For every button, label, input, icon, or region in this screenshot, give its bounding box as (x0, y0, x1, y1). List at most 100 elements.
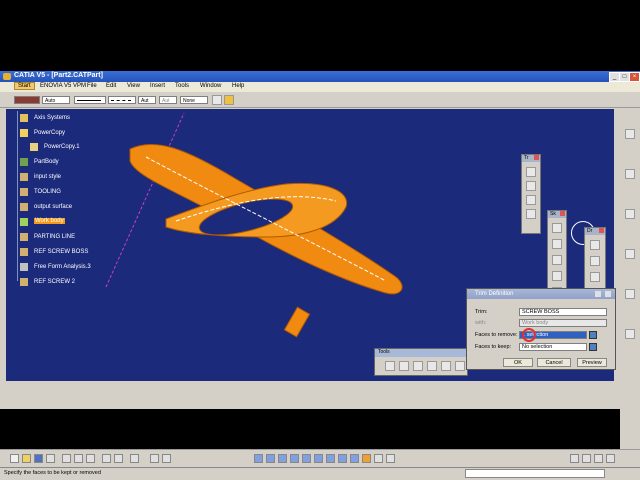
print-icon[interactable] (46, 454, 55, 463)
command-input[interactable] (465, 469, 605, 478)
close-icon[interactable] (599, 228, 604, 233)
faces-to-remove-label: Faces to remove: (475, 332, 518, 338)
menu-file[interactable]: File (87, 83, 97, 89)
whats-this-icon[interactable] (130, 454, 139, 463)
with-field[interactable]: Work body (519, 319, 607, 327)
copy-icon[interactable] (74, 454, 83, 463)
shading-icon[interactable] (362, 454, 371, 463)
dialog-title-bar: Trim Definition (467, 289, 615, 299)
cut-icon[interactable] (62, 454, 71, 463)
toolbar-tr[interactable]: Tr (521, 154, 541, 234)
selection-list-icon[interactable] (589, 343, 597, 351)
rotate-icon[interactable] (290, 454, 299, 463)
hide-show-icon[interactable] (374, 454, 383, 463)
zoom-in-icon[interactable] (302, 454, 311, 463)
iso-view-icon[interactable] (350, 454, 359, 463)
tool-icon[interactable] (625, 169, 635, 179)
click-highlight (522, 328, 536, 342)
redo-icon[interactable] (114, 454, 123, 463)
close-button[interactable]: × (629, 72, 640, 82)
trim-field[interactable]: SCREW BOSS (519, 308, 607, 316)
tool-icon[interactable] (552, 239, 562, 249)
tool-icon[interactable] (427, 361, 437, 371)
format-painter-icon[interactable] (212, 95, 222, 105)
pan-icon[interactable] (278, 454, 287, 463)
tool-icon[interactable] (526, 181, 536, 191)
screw-boss[interactable] (283, 306, 311, 338)
tool-icon[interactable] (594, 454, 603, 463)
layer-combo[interactable]: None (180, 96, 208, 104)
selection-list-icon[interactable] (589, 331, 597, 339)
faces-to-keep-field[interactable]: No selection (519, 343, 587, 351)
tool-icon[interactable] (526, 209, 536, 219)
ok-button[interactable]: OK (503, 358, 533, 367)
menu-edit[interactable]: Edit (106, 83, 116, 89)
trim-definition-dialog: Trim Definition Trim: SCREW BOSS with: W… (466, 288, 616, 370)
tool-icon[interactable] (582, 454, 591, 463)
toolbar-sk-title: Sk (550, 211, 556, 217)
tool-icon[interactable] (590, 256, 600, 266)
tool-icon[interactable] (606, 454, 615, 463)
tool-icon[interactable] (399, 361, 409, 371)
tools-panel-title: Tools (375, 349, 467, 357)
undo-icon[interactable] (102, 454, 111, 463)
swap-space-icon[interactable] (386, 454, 395, 463)
tool-icon[interactable] (526, 195, 536, 205)
multi-view-icon[interactable] (338, 454, 347, 463)
cancel-button[interactable]: Cancel (537, 358, 571, 367)
menu-start[interactable]: Start (14, 82, 35, 90)
thickness-combo[interactable]: Aut (138, 96, 156, 104)
menu-insert[interactable]: Insert (150, 83, 165, 89)
tool-icon[interactable] (552, 271, 562, 281)
close-icon[interactable] (605, 291, 611, 297)
new-icon[interactable] (10, 454, 19, 463)
open-icon[interactable] (22, 454, 31, 463)
comment-icon[interactable] (162, 454, 171, 463)
status-bar: Specify the faces to be kept or removed (0, 467, 640, 480)
toolbar-tr-title: Tr (524, 155, 529, 161)
linetype-combo[interactable] (74, 96, 106, 104)
with-label: with: (475, 320, 487, 326)
menu-view[interactable]: View (127, 83, 140, 89)
tool-icon[interactable] (625, 329, 635, 339)
tool-icon[interactable] (455, 361, 465, 371)
point-combo[interactable]: Aut (159, 96, 177, 104)
normal-view-icon[interactable] (326, 454, 335, 463)
linestyle-combo[interactable] (108, 96, 136, 104)
save-icon[interactable] (34, 454, 43, 463)
color-swatch-combo[interactable] (14, 96, 40, 104)
tool-icon[interactable] (625, 249, 635, 259)
title-bar: CATIA V5 - [Part2.CATPart] _ □ × (0, 71, 640, 82)
menu-tools[interactable]: Tools (175, 83, 189, 89)
tools-panel: Tools (374, 348, 468, 376)
preview-button[interactable]: Preview (577, 358, 607, 367)
menu-enovia[interactable]: ENOVIA V5 VPM (40, 83, 86, 89)
zoom-out-icon[interactable] (314, 454, 323, 463)
fit-all-icon[interactable] (266, 454, 275, 463)
trim-label: Trim: (475, 309, 488, 315)
tool-icon[interactable] (625, 289, 635, 299)
tool-icon[interactable] (526, 167, 536, 177)
tool-icon[interactable] (590, 240, 600, 250)
formula-icon[interactable] (150, 454, 159, 463)
graphic-properties-icon[interactable] (224, 95, 234, 105)
tool-icon[interactable] (590, 272, 600, 282)
menu-window[interactable]: Window (200, 83, 221, 89)
color-combo[interactable]: Auto (42, 96, 70, 104)
right-toolbar (620, 109, 640, 449)
preview-label: Preview (582, 360, 602, 366)
tool-icon[interactable] (441, 361, 451, 371)
fly-mode-icon[interactable] (254, 454, 263, 463)
help-icon[interactable] (595, 291, 601, 297)
tool-icon[interactable] (625, 129, 635, 139)
menu-help[interactable]: Help (232, 83, 244, 89)
tool-icon[interactable] (413, 361, 423, 371)
close-icon[interactable] (560, 211, 565, 216)
tool-icon[interactable] (570, 454, 579, 463)
tool-icon[interactable] (552, 223, 562, 233)
paste-icon[interactable] (86, 454, 95, 463)
tool-icon[interactable] (552, 255, 562, 265)
tool-icon[interactable] (385, 361, 395, 371)
close-icon[interactable] (534, 155, 539, 160)
tool-icon[interactable] (625, 209, 635, 219)
